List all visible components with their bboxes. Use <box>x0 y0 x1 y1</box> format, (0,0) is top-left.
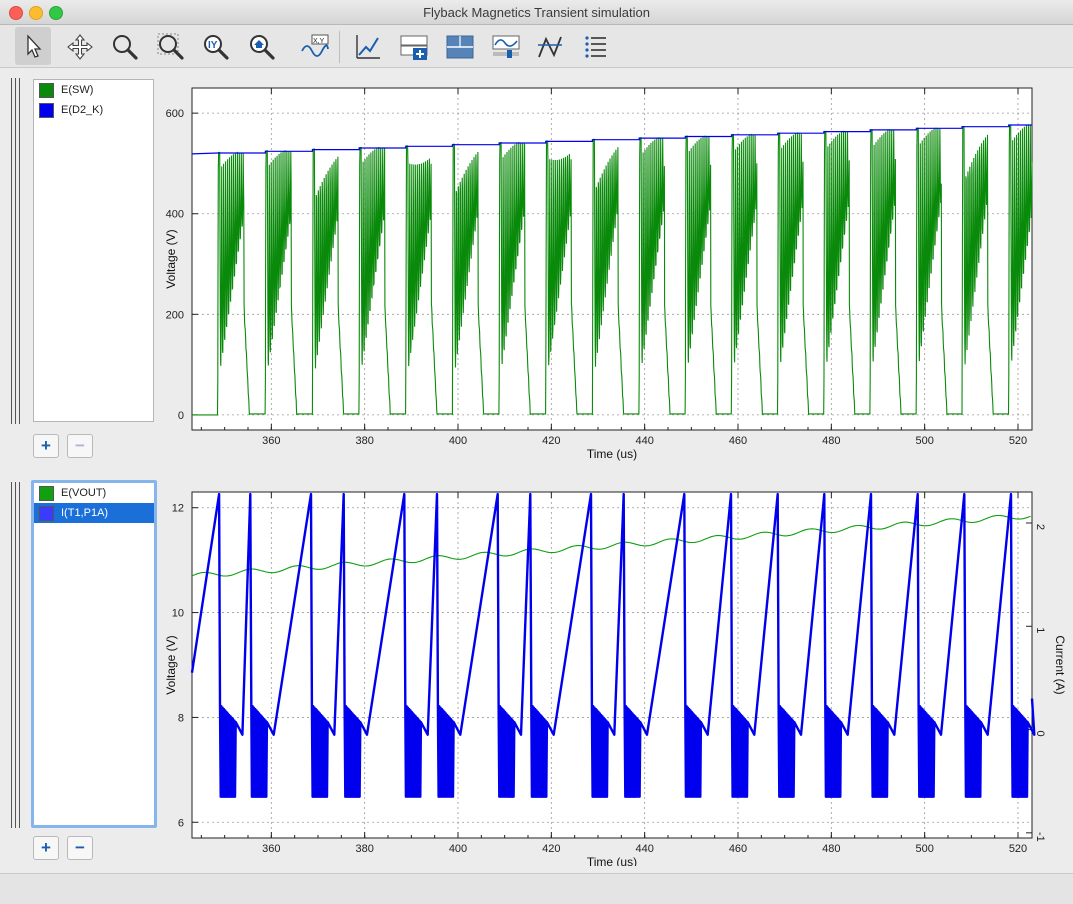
remove-signal-button[interactable]: − <box>67 434 93 458</box>
legend-item-label: I(T1,P1A) <box>61 507 109 519</box>
zoom-box-icon <box>157 33 184 60</box>
zoom-fit-icon <box>250 35 275 60</box>
pane-splitter[interactable] <box>15 78 16 424</box>
y-tick-label: 0 <box>178 410 184 422</box>
x-tick-label: 440 <box>635 843 653 855</box>
x-tick-label: 440 <box>635 435 653 447</box>
legend-item-label: E(VOUT) <box>61 487 107 499</box>
cursor-icon <box>538 36 562 58</box>
pane-splitter[interactable] <box>19 482 20 828</box>
pointer-icon <box>27 34 42 58</box>
signal-legend-list[interactable]: E(VOUT) I(T1,P1A) <box>31 480 157 828</box>
x-tick-label: 520 <box>1009 843 1027 855</box>
list-button[interactable] <box>577 27 613 65</box>
y2-tick-label: 0 <box>1034 730 1046 736</box>
zoom-tool-button[interactable] <box>106 27 142 65</box>
add-pane-button[interactable] <box>394 27 430 65</box>
x-tick-label: 420 <box>542 843 560 855</box>
x-tick-label: 460 <box>729 843 747 855</box>
add-plot-button[interactable] <box>349 27 385 65</box>
pointer-tool-button[interactable] <box>15 27 51 65</box>
chart-top[interactable]: 360 380 400 420 440 460 480 500 520 0 200 400 600 Tim… <box>160 76 1040 462</box>
x-tick-label: 400 <box>449 843 467 855</box>
add-signal-button[interactable]: + <box>33 836 59 860</box>
add-pane-icon <box>400 35 428 60</box>
signal-settings-icon <box>492 35 520 58</box>
pane-layout-icon <box>446 35 474 59</box>
color-swatch <box>39 83 54 98</box>
status-bar <box>0 873 1073 904</box>
window-title: Flyback Magnetics Transient simulation <box>423 5 650 20</box>
y2-tick-label: 1 <box>1034 627 1046 633</box>
x-tick-label: 500 <box>915 435 933 447</box>
zoom-box-tool-button[interactable] <box>152 27 188 65</box>
pane-splitter[interactable] <box>11 78 12 424</box>
zoom-icon <box>113 35 138 60</box>
pan-tool-button[interactable] <box>61 27 97 65</box>
legend-item[interactable]: E(D2_K) <box>34 100 153 120</box>
x-tick-label: 380 <box>355 843 373 855</box>
zoom-y-tool-button[interactable]: IY <box>197 27 233 65</box>
xy-plot-button[interactable]: X,Y <box>295 27 331 65</box>
color-swatch <box>39 486 54 501</box>
signal-settings-button[interactable] <box>486 27 522 65</box>
x-tick-label: 480 <box>822 843 840 855</box>
chart-bottom[interactable]: 360 380 400 420 440 460 480 500 520681012-1012Ti… <box>160 480 1073 866</box>
remove-signal-button[interactable]: − <box>67 836 93 860</box>
list-icon <box>585 36 606 58</box>
x-tick-label: 500 <box>915 843 933 855</box>
color-swatch <box>39 103 54 118</box>
legend-item-label: E(D2_K) <box>61 104 104 116</box>
color-swatch <box>39 506 54 521</box>
add-signal-button[interactable]: + <box>33 434 59 458</box>
x-axis-label: Time (us) <box>587 855 637 866</box>
y-tick-label: 12 <box>172 503 184 515</box>
zoom-y-icon: IY <box>204 35 229 60</box>
cursor-button[interactable] <box>531 27 567 65</box>
x-tick-label: 420 <box>542 435 560 447</box>
pane-splitter[interactable] <box>19 78 20 424</box>
y-axis-label: Voltage (V) <box>164 229 178 288</box>
y-tick-label: 600 <box>166 108 184 120</box>
pane-splitter[interactable] <box>15 482 16 828</box>
add-plot-icon <box>356 35 380 59</box>
pan-icon <box>67 34 93 60</box>
svg-text:X,Y: X,Y <box>313 38 325 45</box>
y2-tick-label: -1 <box>1034 832 1046 842</box>
x-tick-label: 380 <box>355 435 373 447</box>
zoom-fit-tool-button[interactable] <box>243 27 279 65</box>
y-tick-label: 6 <box>178 817 184 829</box>
signal-legend-list[interactable]: E(SW) E(D2_K) <box>33 79 154 422</box>
x-tick-label: 520 <box>1009 435 1027 447</box>
legend-item-label: E(SW) <box>61 84 94 96</box>
svg-text:IY: IY <box>208 40 218 51</box>
y2-tick-label: 2 <box>1034 524 1046 530</box>
legend-item[interactable]: E(VOUT) <box>34 483 154 503</box>
title-bar: Flyback Magnetics Transient simulation <box>0 0 1073 25</box>
legend-item[interactable]: E(SW) <box>34 80 153 100</box>
pane-layout-button[interactable] <box>440 27 476 65</box>
x-tick-label: 480 <box>822 435 840 447</box>
xy-plot-icon: X,Y <box>301 34 329 57</box>
y2-axis-label: Current (A) <box>1053 635 1067 694</box>
x-tick-label: 360 <box>262 843 280 855</box>
y-tick-label: 200 <box>166 309 184 321</box>
x-tick-label: 360 <box>262 435 280 447</box>
legend-item-selected[interactable]: I(T1,P1A) <box>34 503 154 523</box>
y-tick-label: 8 <box>178 712 184 724</box>
x-tick-label: 400 <box>449 435 467 447</box>
y-tick-label: 400 <box>166 209 184 221</box>
x-tick-label: 460 <box>729 435 747 447</box>
x-axis-label: Time (us) <box>587 447 637 461</box>
toolbar: IY X,Y <box>0 25 1073 68</box>
y-tick-label: 10 <box>172 608 184 620</box>
pane-splitter[interactable] <box>11 482 12 828</box>
y-axis-label: Voltage (V) <box>164 635 178 694</box>
